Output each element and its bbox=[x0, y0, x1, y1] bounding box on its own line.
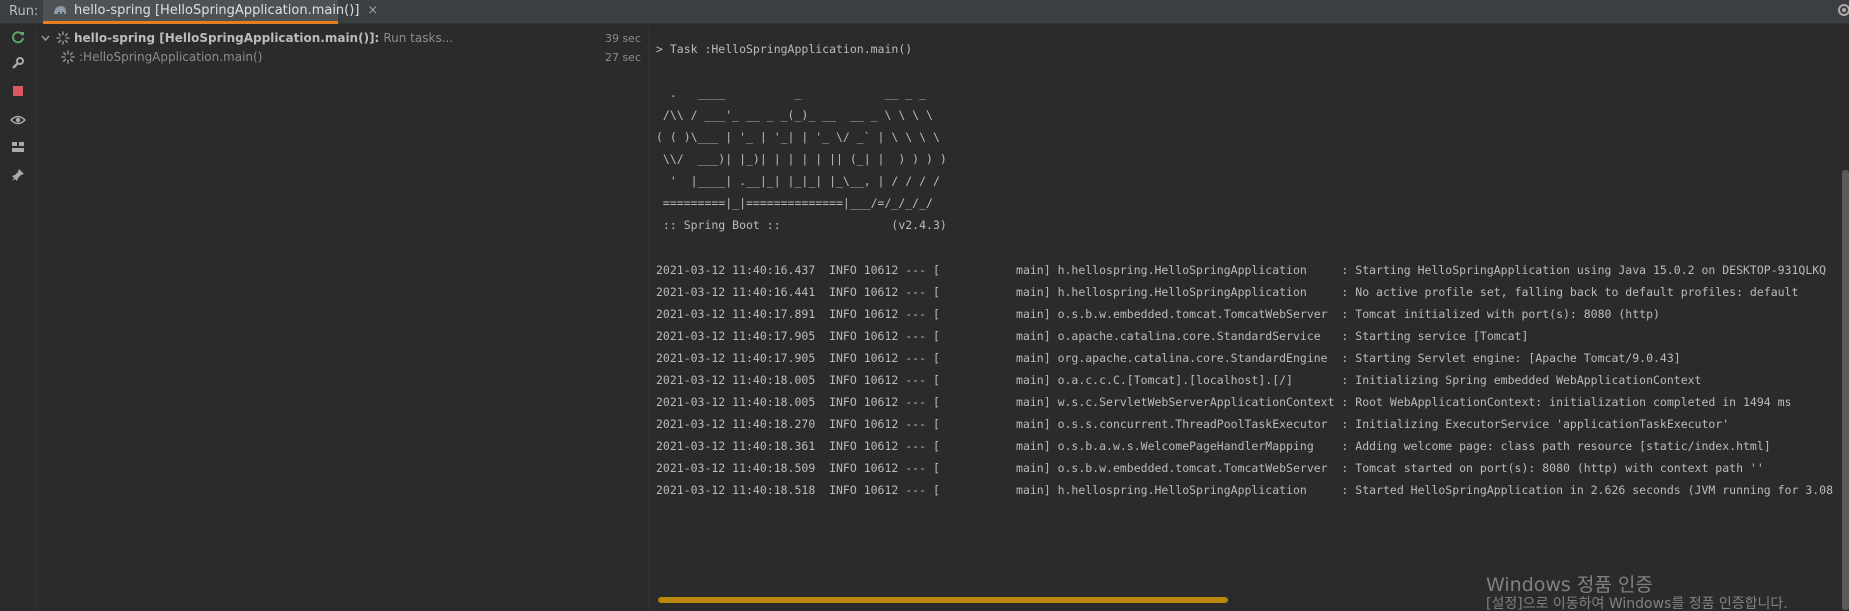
stop-icon[interactable] bbox=[9, 82, 27, 100]
tree-child-name: :HelloSpringApplication.main() bbox=[79, 50, 263, 64]
tree-child-duration: 27 sec bbox=[604, 50, 641, 64]
banner-line: \\/ ___)| |_)| | | | | || (_| | ) ) ) ) bbox=[656, 152, 947, 166]
windows-activation-watermark-text: [설정]으로 이동하여 Windows를 정품 인증합니다. bbox=[1486, 596, 1788, 611]
gradle-elephant-icon bbox=[53, 5, 67, 17]
horizontal-scrollbar[interactable] bbox=[658, 597, 1228, 603]
chevron-down-icon[interactable] bbox=[41, 35, 51, 41]
log-line: 2021-03-12 11:40:16.437 INFO 10612 --- [… bbox=[656, 263, 1827, 277]
log-line: 2021-03-12 11:40:18.270 INFO 10612 --- [… bbox=[656, 417, 1730, 431]
rerun-icon[interactable] bbox=[9, 28, 27, 46]
log-line: 2021-03-12 11:40:18.518 INFO 10612 --- [… bbox=[656, 483, 1834, 497]
banner-line: . ____ _ __ _ _ bbox=[656, 86, 927, 100]
run-tree-panel: hello-spring [HelloSpringApplication.mai… bbox=[37, 25, 649, 611]
gear-icon[interactable] bbox=[1836, 2, 1849, 18]
tree-root-duration: 39 sec bbox=[604, 31, 641, 45]
run-tool-window-header: Run: hello-spring [HelloSpringApplicatio… bbox=[0, 0, 1849, 24]
close-icon[interactable]: × bbox=[367, 3, 378, 18]
tab-title: hello-spring [HelloSpringApplication.mai… bbox=[74, 3, 360, 18]
tree-row-child[interactable]: :HelloSpringApplication.main() 27 sec bbox=[37, 47, 649, 67]
log-line: 2021-03-12 11:40:18.005 INFO 10612 --- [… bbox=[656, 395, 1792, 409]
layout-icon[interactable] bbox=[9, 138, 27, 156]
wrench-icon[interactable] bbox=[9, 54, 27, 72]
tree-root-name: hello-spring [HelloSpringApplication.mai… bbox=[74, 31, 380, 45]
log-line: 2021-03-12 11:40:18.005 INFO 10612 --- [… bbox=[656, 373, 1702, 387]
vertical-scrollbar[interactable] bbox=[1842, 170, 1849, 610]
log-line: 2021-03-12 11:40:17.905 INFO 10612 --- [… bbox=[656, 351, 1681, 365]
log-line: 2021-03-12 11:40:16.441 INFO 10612 --- [… bbox=[656, 285, 1799, 299]
pin-icon[interactable] bbox=[9, 166, 27, 184]
eye-icon[interactable] bbox=[9, 111, 27, 129]
tree-row-root[interactable]: hello-spring [HelloSpringApplication.mai… bbox=[37, 28, 649, 48]
banner-line: /\\ / ___'_ __ _ _(_)_ __ __ _ \ \ \ \ bbox=[656, 108, 933, 122]
run-toolbar bbox=[0, 25, 36, 611]
tab-hello-spring[interactable]: hello-spring [HelloSpringApplication.mai… bbox=[43, 0, 378, 24]
log-line: 2021-03-12 11:40:18.509 INFO 10612 --- [… bbox=[656, 461, 1764, 475]
log-line: 2021-03-12 11:40:17.905 INFO 10612 --- [… bbox=[656, 329, 1529, 343]
spinner-icon bbox=[61, 50, 75, 64]
banner-line: ( ( )\___ | '_ | '_| | '_ \/ _` | \ \ \ … bbox=[656, 130, 940, 144]
banner-line: :: Spring Boot :: (v2.4.3) bbox=[656, 218, 947, 232]
run-label: Run: bbox=[9, 4, 39, 19]
banner-line: =========|_|==============|___/=/_/_/_/ bbox=[656, 196, 933, 210]
spinner-icon bbox=[56, 31, 70, 45]
banner-line: ' |____| .__|_| |_|_| |_\__, | / / / / bbox=[656, 174, 940, 188]
tree-root-status: Run tasks... bbox=[383, 31, 454, 45]
log-line: 2021-03-12 11:40:18.361 INFO 10612 --- [… bbox=[656, 439, 1771, 453]
task-line: > Task :HelloSpringApplication.main() bbox=[656, 42, 913, 56]
console-output[interactable]: > Task :HelloSpringApplication.main() . … bbox=[650, 25, 1849, 611]
log-line: 2021-03-12 11:40:17.891 INFO 10612 --- [… bbox=[656, 307, 1660, 321]
